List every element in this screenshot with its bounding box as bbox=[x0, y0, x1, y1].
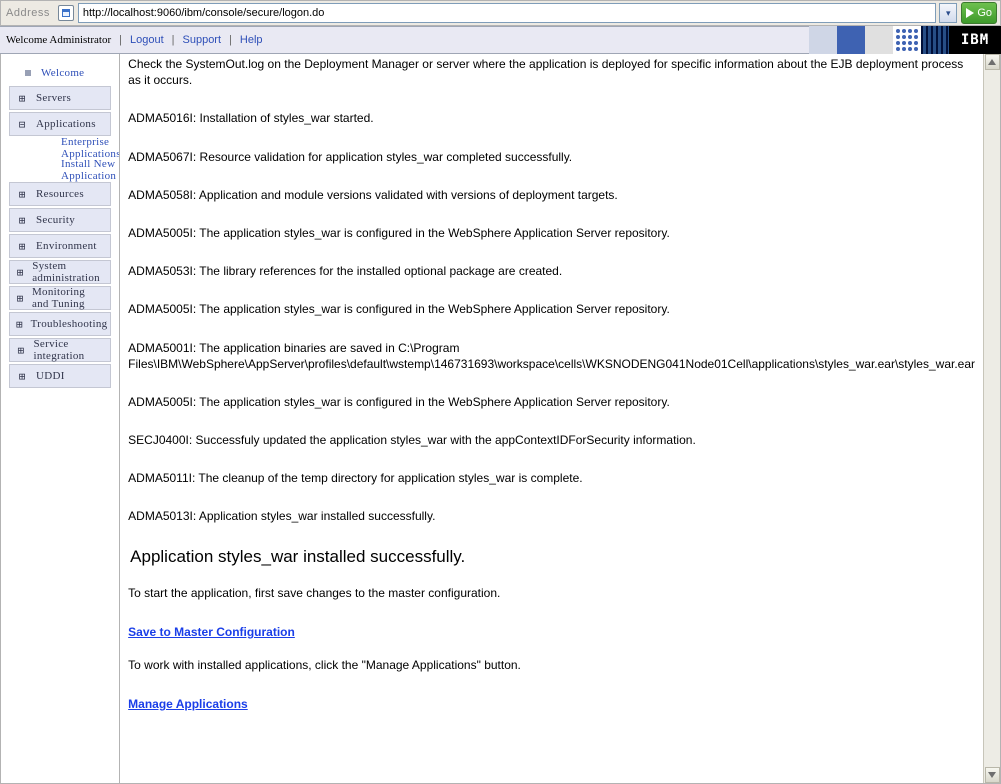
expand-icon: ⊞ bbox=[16, 266, 24, 279]
arrow-right-icon bbox=[966, 8, 974, 18]
nav-system-administration[interactable]: ⊞ System administration bbox=[9, 260, 111, 284]
log-line: ADMA5011I: The cleanup of the temp direc… bbox=[128, 470, 975, 486]
separator: | bbox=[172, 34, 175, 46]
header-banner: Welcome Administrator | Logout | Support… bbox=[0, 26, 1001, 54]
go-button[interactable]: Go bbox=[961, 2, 997, 24]
nav-security[interactable]: ⊞ Security bbox=[9, 208, 111, 232]
log-line: ADMA5067I: Resource validation for appli… bbox=[128, 149, 975, 165]
expand-icon: ⊞ bbox=[16, 292, 24, 305]
nav-applications[interactable]: ⊟ Applications bbox=[9, 112, 111, 136]
nav-install-new-application[interactable]: Install New Application bbox=[9, 160, 111, 180]
address-label: Address bbox=[4, 7, 54, 19]
manage-applications-link[interactable]: Manage Applications bbox=[128, 697, 248, 711]
nav-troubleshooting[interactable]: ⊞ Troubleshooting bbox=[9, 312, 111, 336]
expand-icon: ⊞ bbox=[16, 188, 28, 201]
nav-servers[interactable]: ⊞ Servers bbox=[9, 86, 111, 110]
log-line: ADMA5005I: The application styles_war is… bbox=[128, 301, 975, 317]
ibm-logo: IBM bbox=[949, 26, 1001, 54]
address-dropdown[interactable]: ▾ bbox=[939, 3, 957, 23]
content-pane: Check the SystemOut.log on the Deploymen… bbox=[120, 54, 983, 783]
vertical-scrollbar[interactable] bbox=[983, 54, 1000, 783]
brand-wave-icon bbox=[921, 26, 949, 54]
expand-icon: ⊞ bbox=[16, 240, 28, 253]
brand-tile bbox=[865, 26, 893, 54]
main-frame: Welcome ⊞ Servers ⊟ Applications Enterpr… bbox=[0, 54, 1001, 784]
nav-uddi[interactable]: ⊞ UDDI bbox=[9, 364, 111, 388]
nav-service-integration[interactable]: ⊞ Service integration bbox=[9, 338, 111, 362]
log-line: SECJ0400I: Successfuly updated the appli… bbox=[128, 432, 975, 448]
go-label: Go bbox=[977, 7, 992, 19]
address-input[interactable] bbox=[78, 3, 936, 23]
hint-text: To work with installed applications, cli… bbox=[128, 657, 975, 673]
bullet-icon bbox=[25, 70, 31, 76]
collapse-icon: ⊟ bbox=[16, 118, 28, 131]
nav-tree: Welcome ⊞ Servers ⊟ Applications Enterpr… bbox=[9, 62, 111, 388]
expand-icon: ⊞ bbox=[16, 344, 26, 357]
log-line: ADMA5053I: The library references for th… bbox=[128, 263, 975, 279]
chevron-down-icon bbox=[988, 772, 996, 778]
brand-tile bbox=[837, 26, 865, 54]
save-to-master-link[interactable]: Save to Master Configuration bbox=[128, 625, 295, 639]
expand-icon: ⊞ bbox=[16, 214, 28, 227]
log-line: Check the SystemOut.log on the Deploymen… bbox=[128, 56, 975, 88]
chevron-up-icon bbox=[988, 59, 996, 65]
chevron-down-icon: ▾ bbox=[946, 8, 951, 19]
header-links: Welcome Administrator | Logout | Support… bbox=[6, 34, 263, 46]
install-success-heading: Application styles_war installed success… bbox=[130, 547, 975, 567]
log-line: ADMA5013I: Application styles_war instal… bbox=[128, 508, 975, 524]
nav-welcome[interactable]: Welcome bbox=[9, 62, 111, 84]
content-wrap: Check the SystemOut.log on the Deploymen… bbox=[120, 54, 1000, 783]
brand-strip: IBM bbox=[809, 27, 1001, 53]
nav-resources[interactable]: ⊞ Resources bbox=[9, 182, 111, 206]
brand-dots-icon bbox=[893, 26, 921, 54]
nav-monitoring-and-tuning[interactable]: ⊞ Monitoring and Tuning bbox=[9, 286, 111, 310]
sidebar: Welcome ⊞ Servers ⊟ Applications Enterpr… bbox=[1, 54, 120, 783]
help-link[interactable]: Help bbox=[240, 34, 263, 46]
support-link[interactable]: Support bbox=[183, 34, 222, 46]
separator: | bbox=[229, 34, 232, 46]
log-line: ADMA5005I: The application styles_war is… bbox=[128, 394, 975, 410]
log-line: ADMA5058I: Application and module versio… bbox=[128, 187, 975, 203]
welcome-text: Welcome Administrator bbox=[6, 34, 111, 46]
logout-link[interactable]: Logout bbox=[130, 34, 164, 46]
brand-tile bbox=[809, 26, 837, 54]
address-bar: Address ▾ Go bbox=[0, 0, 1001, 26]
log-line: ADMA5005I: The application styles_war is… bbox=[128, 225, 975, 241]
hint-text: To start the application, first save cha… bbox=[128, 585, 975, 601]
expand-icon: ⊞ bbox=[16, 92, 28, 105]
expand-icon: ⊞ bbox=[16, 370, 28, 383]
log-line: ADMA5016I: Installation of styles_war st… bbox=[128, 110, 975, 126]
page-icon bbox=[58, 5, 74, 21]
scroll-up-button[interactable] bbox=[985, 54, 1000, 70]
nav-environment[interactable]: ⊞ Environment bbox=[9, 234, 111, 258]
scroll-down-button[interactable] bbox=[985, 767, 1000, 783]
nav-enterprise-applications[interactable]: Enterprise Applications bbox=[9, 138, 111, 158]
expand-icon: ⊞ bbox=[16, 318, 23, 331]
separator: | bbox=[119, 34, 122, 46]
log-line: ADMA5001I: The application binaries are … bbox=[128, 340, 975, 372]
